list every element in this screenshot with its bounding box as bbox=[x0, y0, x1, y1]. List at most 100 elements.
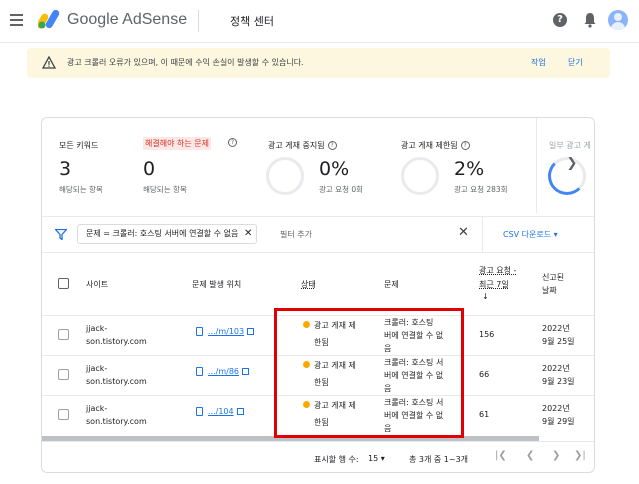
site-line1: jjack- bbox=[86, 364, 108, 373]
ad-serving-stopped-percent: 0% bbox=[319, 158, 350, 180]
site-line2: son.tistory.com bbox=[86, 417, 147, 426]
ad-serving-stopped-sub: 광고 요청 0회 bbox=[319, 185, 364, 194]
all-sites-value: 3 bbox=[59, 158, 72, 180]
requests-cell: 61 bbox=[479, 410, 490, 419]
filter-chip-label: 문제 = 크롤러: 호스팅 서버에 연결할 수 없음 bbox=[86, 229, 239, 238]
document-icon bbox=[196, 407, 203, 416]
column-header-date[interactable]: 신고된 bbox=[542, 272, 564, 283]
ad-serving-limited-label: 광고 게재 제한됨? bbox=[401, 140, 470, 151]
location-link-text: .../m/103 bbox=[208, 327, 245, 336]
ad-serving-stopped-label: 광고 게재 중지됨? bbox=[268, 140, 337, 151]
must-fix-label-text: 해결해야 하는 문제 bbox=[145, 139, 209, 148]
ad-serving-limited-sub: 광고 요청 283회 bbox=[454, 185, 508, 194]
help-icon[interactable]: ? bbox=[553, 13, 567, 27]
banner-dismiss-button[interactable]: 닫기 bbox=[568, 57, 583, 68]
clear-filters-icon[interactable]: ✕ bbox=[458, 225, 469, 240]
ad-serving-limited-help-icon[interactable]: ? bbox=[460, 141, 470, 150]
column-header-status[interactable]: 상태 bbox=[301, 279, 316, 290]
ad-serving-limited-ring bbox=[401, 157, 439, 195]
must-fix-help-icon[interactable]: ? bbox=[228, 138, 237, 147]
date-line1: 2022년 bbox=[542, 364, 570, 373]
location-link[interactable]: .../m/86 bbox=[196, 367, 249, 376]
close-icon[interactable]: ✕ bbox=[244, 225, 252, 243]
filter-bottom-divider bbox=[42, 252, 594, 253]
banner-message: 광고 크롤러 오류가 있으며, 이 때문에 수익 손실이 발생할 수 있습니다. bbox=[67, 58, 304, 67]
ad-serving-stopped-ring bbox=[266, 157, 304, 195]
ad-serving-stopped-help-icon[interactable]: ? bbox=[327, 141, 337, 150]
date-cell: 2022년 9월 25일 bbox=[542, 322, 586, 348]
site-line1: jjack- bbox=[86, 404, 108, 413]
last-page-button[interactable]: ❯| bbox=[574, 450, 586, 461]
footer-divider bbox=[42, 441, 594, 442]
site-cell: jjack-son.tistory.com bbox=[86, 402, 166, 428]
select-all-checkbox[interactable] bbox=[58, 278, 69, 289]
ad-serving-stopped-text: 광고 게재 중지됨 bbox=[268, 141, 325, 150]
pagination-range: 총 3개 중 1~3개 bbox=[409, 455, 469, 464]
all-sites-label: 모든 키워드 bbox=[59, 141, 99, 150]
date-line2: 9월 25일 bbox=[542, 337, 575, 346]
row-checkbox[interactable] bbox=[58, 329, 69, 340]
location-link[interactable]: .../104 bbox=[196, 407, 244, 416]
date-line2: 9월 23일 bbox=[542, 377, 575, 386]
filter-divider bbox=[482, 217, 483, 252]
site-line2: son.tistory.com bbox=[86, 337, 147, 346]
date-line1: 2022년 bbox=[542, 404, 570, 413]
row-checkbox[interactable] bbox=[58, 409, 69, 420]
must-fix-label[interactable]: 해결해야 하는 문제 bbox=[143, 137, 211, 150]
column-header-requests-period[interactable]: 최근 7일 bbox=[479, 279, 509, 290]
requests-cell: 156 bbox=[479, 330, 495, 339]
top-app-bar: Google AdSense 정책 센터 ? bbox=[0, 0, 639, 42]
requests-cell: 66 bbox=[479, 370, 490, 379]
avatar[interactable] bbox=[608, 10, 628, 30]
previous-page-button[interactable]: ❮ bbox=[526, 450, 534, 461]
bell-icon[interactable] bbox=[583, 12, 597, 28]
header-divider bbox=[0, 42, 639, 43]
sort-arrow-down-icon[interactable]: ↓ bbox=[482, 292, 489, 301]
brand-name: Google AdSense bbox=[67, 11, 188, 28]
menu-icon[interactable] bbox=[10, 14, 23, 26]
column-header-requests[interactable]: 광고 요청 - bbox=[479, 265, 516, 276]
add-filter-input[interactable]: 필터 추가 bbox=[280, 229, 312, 240]
filter-chip[interactable]: 문제 = 크롤러: 호스팅 서버에 연결할 수 없음 ✕ bbox=[77, 224, 258, 244]
chevron-right-icon[interactable]: ❯ bbox=[564, 156, 580, 172]
all-sites-sub: 해당되는 항목 bbox=[59, 185, 103, 194]
column-header-location[interactable]: 문제 발생 위치 bbox=[192, 279, 241, 290]
next-page-button[interactable]: ❯ bbox=[552, 450, 560, 461]
rows-per-page-select[interactable]: 15 ▾ bbox=[368, 454, 385, 463]
location-link[interactable]: .../m/103 bbox=[196, 327, 255, 336]
date-line2: 9월 29일 bbox=[542, 417, 575, 426]
must-fix-value: 0 bbox=[143, 158, 156, 180]
document-icon bbox=[196, 327, 203, 336]
warning-icon bbox=[42, 56, 56, 69]
row-checkbox[interactable] bbox=[58, 369, 69, 380]
must-fix-sub: 해당되는 항목 bbox=[143, 185, 187, 194]
page-title: 정책 센터 bbox=[230, 15, 274, 28]
ad-serving-limited-percent: 2% bbox=[454, 158, 485, 180]
site-line2: son.tistory.com bbox=[86, 377, 147, 386]
open-in-new-icon bbox=[247, 328, 255, 335]
document-icon bbox=[196, 367, 203, 376]
column-header-site[interactable]: 사이트 bbox=[86, 279, 108, 290]
date-line1: 2022년 bbox=[542, 324, 570, 333]
open-in-new-icon bbox=[236, 408, 244, 415]
highlight-annotation bbox=[274, 308, 464, 438]
rows-per-page-label: 표시할 행 수: bbox=[314, 455, 359, 464]
csv-download-button[interactable]: CSV 다운로드 ▾ bbox=[503, 229, 558, 240]
location-link-text: .../m/86 bbox=[208, 367, 239, 376]
column-header-problem[interactable]: 문제 bbox=[384, 279, 399, 290]
column-header-date-line2: 날짜 bbox=[542, 286, 557, 295]
summary-divider bbox=[536, 118, 537, 213]
site-cell: jjack-son.tistory.com bbox=[86, 362, 166, 388]
site-cell: jjack-son.tistory.com bbox=[86, 322, 166, 348]
adsense-logo bbox=[38, 9, 60, 29]
date-cell: 2022년 9월 23일 bbox=[542, 362, 586, 388]
partial-stat-label: 일부 광고 게 bbox=[549, 141, 591, 150]
ad-serving-limited-text: 광고 게재 제한됨 bbox=[401, 141, 458, 150]
brand-divider bbox=[198, 10, 199, 32]
summary-bottom-divider bbox=[42, 216, 594, 217]
banner-action-button[interactable]: 작업 bbox=[531, 57, 546, 68]
first-page-button[interactable]: |❮ bbox=[495, 450, 507, 461]
date-cell: 2022년 9월 29일 bbox=[542, 402, 586, 428]
warning-banner: 광고 크롤러 오류가 있으며, 이 때문에 수익 손실이 발생할 수 있습니다.… bbox=[27, 48, 610, 78]
filter-icon[interactable] bbox=[55, 229, 67, 240]
